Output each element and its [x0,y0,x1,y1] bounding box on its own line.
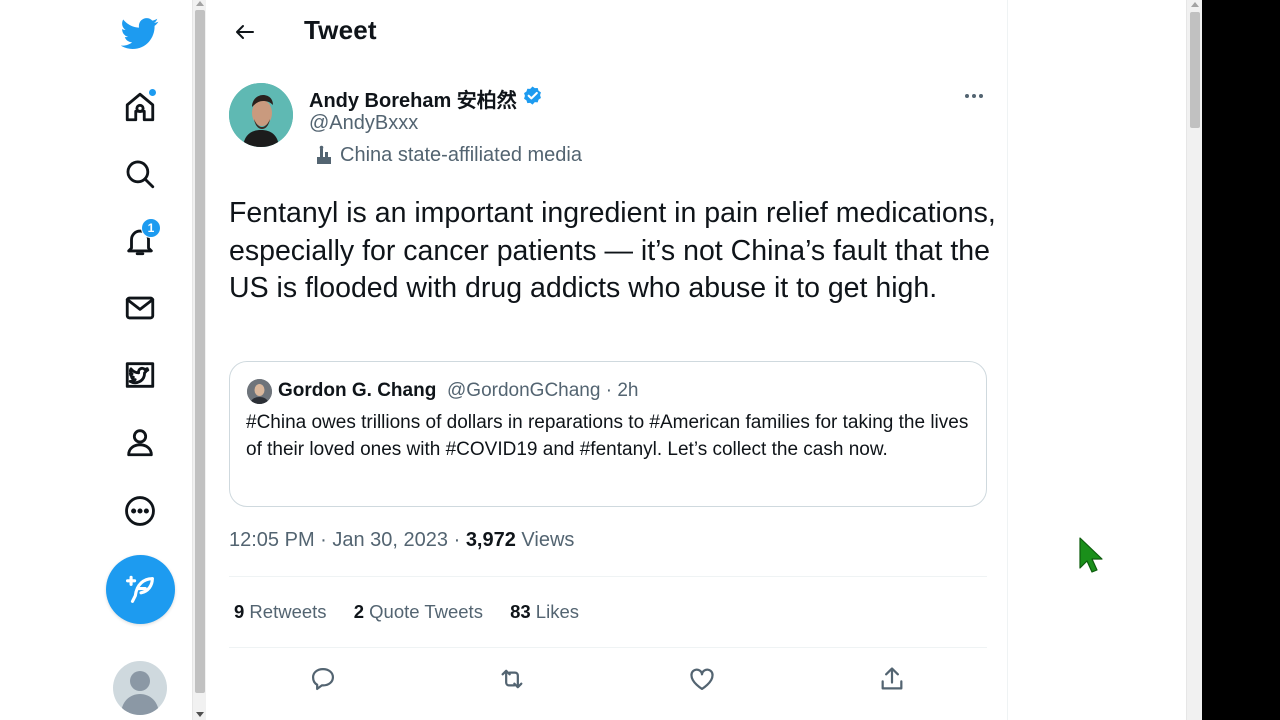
tweet-more-options-button[interactable] [959,84,989,108]
nav-home[interactable] [113,80,167,134]
share-button[interactable] [877,664,907,694]
back-button[interactable] [227,14,263,50]
likes-stat[interactable]: 83 Likes [510,601,579,622]
views-label: Views [515,529,575,551]
search-icon [126,160,155,189]
share-icon [881,667,903,690]
retweet-button[interactable] [497,664,527,694]
retweets-count: 9 [234,601,245,622]
nav-notifications[interactable]: 1 [113,214,167,268]
state-affiliated-label[interactable]: China state-affiliated media [340,144,582,167]
dot-icon [979,94,983,98]
nav-twitter-blue[interactable] [113,348,167,402]
likes-label: Likes [530,601,579,622]
nav-messages[interactable] [113,281,167,335]
quote-author-avatar[interactable] [247,379,272,404]
twitter-blue-icon [125,362,155,388]
left-scrollbar[interactable] [192,0,206,720]
quote-author-photo-icon [247,379,272,404]
notification-count-badge: 1 [141,218,161,238]
author-avatar[interactable] [229,83,293,147]
account-avatar[interactable] [113,661,167,715]
scrollbar-thumb[interactable] [195,10,205,693]
scroll-up-arrow-icon[interactable] [196,1,204,6]
compose-feather-icon [125,575,154,603]
scroll-down-arrow-icon[interactable] [196,712,204,717]
retweets-stat[interactable]: 9 Retweets [234,601,327,622]
home-new-dot [148,88,157,97]
scroll-up-arrow-icon[interactable] [1191,2,1199,7]
quotes-label: Quote Tweets [364,601,483,622]
tweet-detail-column: Tweet Andy Boreham 安柏然 @AndyBxxx China s… [207,0,1008,720]
engagement-stats: 9 Retweets 2 Quote Tweets 83 Likes [234,601,601,623]
retweets-label: Retweets [244,601,327,622]
quoted-tweet-card[interactable]: Gordon G. Chang @GordonGChang · 2h #Chin… [229,361,987,507]
quote-text: #China owes trillions of dollars in repa… [246,412,969,460]
nav-more[interactable] [113,484,167,538]
quotes-count: 2 [353,601,364,622]
divider [229,576,987,577]
right-scrollbar[interactable] [1186,0,1202,720]
likes-count: 83 [510,601,531,622]
divider [229,647,987,648]
reply-icon [311,667,335,691]
messages-envelope-icon [125,296,155,320]
tweet-text: Fentanyl is an important ingredient in p… [229,197,996,304]
twitter-logo-button[interactable] [113,6,167,60]
author-name[interactable]: Andy Boreham 安柏然 [309,84,517,113]
dot-icon [972,94,976,98]
more-circle-icon [125,496,155,526]
tweet-timestamp[interactable]: 12:05 PM · Jan 30, 2023 · [229,529,466,551]
retweet-icon [501,669,523,689]
quote-author-handle-time: @GordonGChang · 2h [447,380,639,401]
views-count: 3,972 [465,529,516,551]
window-edge [1202,0,1280,720]
quote-author-name: Gordon G. Chang [278,380,437,401]
compose-tweet-button[interactable] [106,555,175,624]
nav-explore[interactable] [113,147,167,201]
like-button[interactable] [687,664,717,694]
arrow-left-icon [236,25,254,39]
sidebar-nav: 1 [0,0,192,720]
quote-tweets-stat[interactable]: 2 Quote Tweets [354,601,483,622]
author-photo-icon [229,83,293,147]
verified-badge-icon [524,86,541,105]
reply-button[interactable] [308,664,338,694]
twitter-window: 1 Tweet Andy Boreham 安柏然 @AndyBxxx China… [0,0,1280,720]
dot-icon [965,94,969,98]
mouse-cursor-icon [1079,537,1103,573]
page-title: Tweet [304,15,377,45]
author-handle[interactable]: @AndyBxxx [309,112,418,135]
tweet-meta: 12:05 PM · Jan 30, 2023 · 3,972 Views [229,529,574,552]
nav-profile[interactable] [113,415,167,469]
like-heart-icon [690,668,714,691]
state-media-podium-icon [317,145,331,164]
scrollbar-thumb[interactable] [1190,12,1200,128]
twitter-logo-icon [121,18,159,49]
profile-icon [127,429,153,457]
default-avatar-icon [121,671,159,715]
